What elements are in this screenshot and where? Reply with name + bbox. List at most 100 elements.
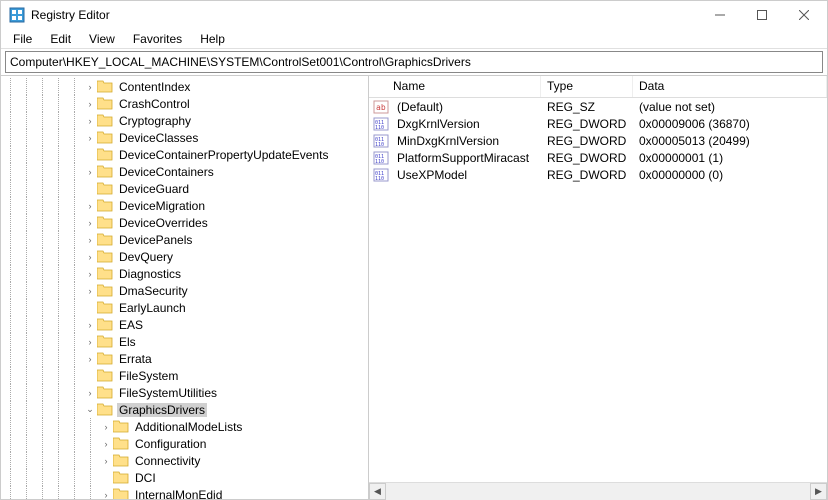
tree-item[interactable]: ›ContentIndex: [3, 78, 368, 95]
chevron-right-icon[interactable]: ›: [99, 488, 113, 500]
scroll-right-button[interactable]: ▶: [810, 483, 827, 500]
tree-guide: [67, 333, 83, 350]
tree-item[interactable]: ›InternalMonEdid: [3, 486, 368, 499]
scroll-left-button[interactable]: ◀: [369, 483, 386, 500]
chevron-right-icon[interactable]: ›: [83, 199, 97, 213]
chevron-right-icon[interactable]: ›: [83, 267, 97, 281]
tree-item[interactable]: › DmaSecurity: [3, 282, 368, 299]
cell-type: REG_DWORD: [541, 134, 633, 148]
tree-item[interactable]: ›Els: [3, 333, 368, 350]
tree-item[interactable]: ⌄GraphicsDrivers: [3, 401, 368, 418]
address-bar[interactable]: Computer\HKEY_LOCAL_MACHINE\SYSTEM\Contr…: [5, 51, 823, 73]
chevron-right-icon[interactable]: ›: [83, 233, 97, 247]
tree-item[interactable]: ›Diagnostics: [3, 265, 368, 282]
list-row[interactable]: 011110PlatformSupportMiracastREG_DWORD0x…: [369, 149, 827, 166]
tree-item[interactable]: ›DeviceContainers: [3, 163, 368, 180]
tree-guide: [3, 316, 19, 333]
menu-file[interactable]: File: [5, 30, 40, 48]
tree-guide: [67, 367, 83, 384]
chevron-right-icon[interactable]: ›: [83, 131, 97, 145]
chevron-right-icon[interactable]: ›: [83, 284, 97, 298]
chevron-down-icon[interactable]: ⌄: [83, 403, 97, 417]
tree-guide: [51, 282, 67, 299]
horizontal-scrollbar[interactable]: ◀ ▶: [369, 482, 827, 499]
scroll-track[interactable]: [386, 483, 810, 500]
tree-item[interactable]: ·FileSystem: [3, 367, 368, 384]
list-row[interactable]: 011110MinDxgKrnlVersionREG_DWORD0x000050…: [369, 132, 827, 149]
tree-guide: [3, 435, 19, 452]
list-row[interactable]: 011110DxgKrnlVersionREG_DWORD0x00009006 …: [369, 115, 827, 132]
tree-guide: [67, 401, 83, 418]
chevron-right-icon[interactable]: ›: [83, 97, 97, 111]
tree-scroll[interactable]: ›ContentIndex›CrashControl›Cryptography›…: [1, 76, 368, 499]
chevron-right-icon[interactable]: ›: [99, 437, 113, 451]
tree-guide: [51, 214, 67, 231]
maximize-button[interactable]: [741, 1, 783, 29]
menu-edit[interactable]: Edit: [42, 30, 79, 48]
chevron-right-icon[interactable]: ›: [83, 386, 97, 400]
tree-item[interactable]: ›Errata: [3, 350, 368, 367]
tree-guide: [51, 248, 67, 265]
chevron-right-icon[interactable]: ›: [83, 80, 97, 94]
tree-guide: [3, 299, 19, 316]
tree-item[interactable]: › DevQuery: [3, 248, 368, 265]
chevron-right-icon[interactable]: ›: [99, 454, 113, 468]
chevron-right-icon[interactable]: ›: [99, 420, 113, 434]
tree-item[interactable]: ·EarlyLaunch: [3, 299, 368, 316]
list-header: Name Type Data: [369, 76, 827, 98]
tree-guide: [19, 401, 35, 418]
tree-item[interactable]: ›DeviceMigration: [3, 197, 368, 214]
tree-pane: ›ContentIndex›CrashControl›Cryptography›…: [1, 76, 369, 499]
chevron-right-icon[interactable]: ›: [83, 352, 97, 366]
cell-type: REG_DWORD: [541, 168, 633, 182]
chevron-right-icon[interactable]: ›: [83, 114, 97, 128]
tree-item[interactable]: ›EAS: [3, 316, 368, 333]
tree-item[interactable]: ›FileSystemUtilities: [3, 384, 368, 401]
chevron-right-icon: ·: [99, 471, 113, 485]
tree-guide: [19, 231, 35, 248]
tree-item[interactable]: ·DeviceContainerPropertyUpdateEvents: [3, 146, 368, 163]
chevron-right-icon[interactable]: ›: [83, 216, 97, 230]
tree-guide: [35, 435, 51, 452]
close-button[interactable]: [783, 1, 825, 29]
tree-guide: [3, 78, 19, 95]
tree-item-label: DmaSecurity: [117, 284, 190, 298]
chevron-right-icon[interactable]: ›: [83, 335, 97, 349]
tree-guide: [51, 435, 67, 452]
column-header-name[interactable]: Name: [369, 76, 541, 97]
tree-guide: [83, 418, 99, 435]
menu-favorites[interactable]: Favorites: [125, 30, 190, 48]
tree-item[interactable]: ›AdditionalModeLists: [3, 418, 368, 435]
minimize-button[interactable]: [699, 1, 741, 29]
chevron-right-icon[interactable]: ›: [83, 318, 97, 332]
tree-guide: [67, 248, 83, 265]
chevron-right-icon[interactable]: ›: [83, 165, 97, 179]
tree-item[interactable]: ›Connectivity: [3, 452, 368, 469]
tree-item[interactable]: ·DCI: [3, 469, 368, 486]
tree-item[interactable]: ›Cryptography: [3, 112, 368, 129]
tree-guide: [35, 197, 51, 214]
column-header-data[interactable]: Data: [633, 76, 827, 97]
tree-guide: [35, 265, 51, 282]
tree-guide: [35, 452, 51, 469]
folder-icon: [113, 454, 129, 467]
list-row[interactable]: 011110UseXPModelREG_DWORD0x00000000 (0): [369, 166, 827, 183]
chevron-right-icon[interactable]: ›: [83, 250, 97, 264]
tree-guide: [3, 95, 19, 112]
tree-guide: [67, 180, 83, 197]
menu-help[interactable]: Help: [192, 30, 233, 48]
tree-item[interactable]: ›DeviceOverrides: [3, 214, 368, 231]
tree-guide: [19, 163, 35, 180]
tree-item-label: DevQuery: [117, 250, 175, 264]
tree-item[interactable]: ›Configuration: [3, 435, 368, 452]
menu-view[interactable]: View: [81, 30, 123, 48]
tree-item[interactable]: ›DevicePanels: [3, 231, 368, 248]
list-row[interactable]: ab(Default)REG_SZ(value not set): [369, 98, 827, 115]
tree-item[interactable]: ›DeviceClasses: [3, 129, 368, 146]
tree-guide: [19, 180, 35, 197]
column-header-type[interactable]: Type: [541, 76, 633, 97]
tree-guide: [35, 486, 51, 499]
tree-item[interactable]: ·DeviceGuard: [3, 180, 368, 197]
list-body[interactable]: ab(Default)REG_SZ(value not set)011110Dx…: [369, 98, 827, 482]
tree-item[interactable]: ›CrashControl: [3, 95, 368, 112]
